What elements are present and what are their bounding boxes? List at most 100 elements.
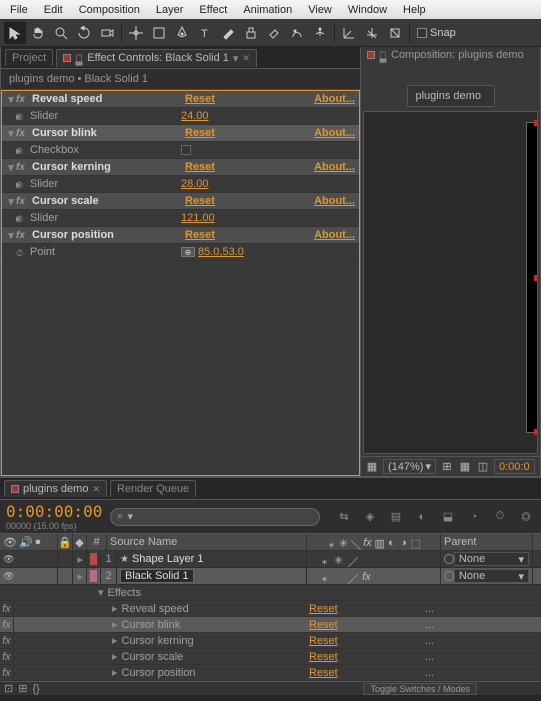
twirl-icon[interactable]: ▾ (6, 229, 16, 242)
timeline-search[interactable]: ⌕▾ (110, 508, 320, 526)
close-icon[interactable]: ✕ (92, 484, 100, 495)
comp-mini-flowchart-icon[interactable]: ⇆ (335, 508, 353, 526)
property-value[interactable]: 85.0,53.0 (198, 246, 244, 258)
menu-layer[interactable]: Layer (148, 2, 192, 18)
stopwatch-icon[interactable] (16, 213, 26, 223)
resize-handle-icon[interactable] (534, 120, 538, 126)
twirl-icon[interactable]: ▸ (77, 553, 83, 566)
about-link[interactable]: About... (314, 161, 355, 173)
effect-options-link[interactable]: ... (425, 619, 434, 631)
anchor-tool-icon[interactable] (125, 22, 147, 44)
motion-blur-icon[interactable]: ◐ (413, 508, 431, 526)
toggle-switches-icon[interactable]: ⊡ (4, 682, 13, 695)
rotate-tool-icon[interactable] (73, 22, 95, 44)
composition-tab[interactable]: Composition: plugins demo (391, 49, 524, 61)
menu-view[interactable]: View (300, 2, 340, 18)
twirl-icon[interactable]: ▸ (6, 110, 16, 123)
stopwatch-icon[interactable] (16, 145, 26, 155)
graph-editor-icon[interactable]: ◔ (465, 508, 483, 526)
twirl-icon[interactable]: ▾ (6, 195, 16, 208)
fx-icon[interactable]: fx (16, 196, 30, 207)
timeline-tab[interactable]: plugins demo ✕ (4, 480, 107, 497)
shy-icon[interactable]: ⏣ (517, 508, 535, 526)
grid-icon[interactable]: ▦ (458, 460, 472, 474)
snap-toggle[interactable]: Snap (417, 27, 456, 39)
twirl-icon[interactable]: ▸ (112, 666, 118, 679)
mask-toggle-icon[interactable]: ◫ (476, 460, 490, 474)
pen-tool-icon[interactable] (171, 22, 193, 44)
twirl-icon[interactable]: ▸ (6, 144, 16, 157)
resize-handle-icon[interactable] (534, 275, 538, 281)
effect-options-link[interactable]: ... (425, 667, 434, 679)
pickwhip-icon[interactable] (444, 571, 454, 581)
reset-link[interactable]: Reset (309, 635, 425, 647)
fx-icon[interactable]: fx (0, 601, 14, 616)
about-link[interactable]: About... (314, 229, 355, 241)
frame-blend-icon[interactable]: ▤ (387, 508, 405, 526)
view-axis-icon[interactable] (384, 22, 406, 44)
comp-time-display[interactable]: 0:00:0 (494, 459, 535, 474)
layer-name[interactable]: Black Solid 1 (120, 569, 194, 583)
effect-options-link[interactable]: ... (425, 635, 434, 647)
checkbox-input[interactable] (181, 145, 191, 155)
about-link[interactable]: About... (314, 93, 355, 105)
effect-header[interactable]: ▾ fx Cursor blink Reset About... (2, 125, 359, 142)
reset-link[interactable]: Reset (309, 651, 425, 663)
alpha-toggle-icon[interactable]: ▦ (365, 460, 379, 474)
solo-column-icon[interactable]: ● (35, 536, 42, 548)
comp-subtab[interactable]: plugins demo (407, 85, 495, 107)
layer-row[interactable]: ▸ 2 Black Solid 1 ⁎／fx None ▾ (0, 568, 541, 585)
current-time[interactable]: 0:00:00:00 (6, 502, 102, 521)
twirl-icon[interactable]: ▸ (77, 570, 83, 583)
layer-name[interactable]: Shape Layer 1 (132, 553, 204, 565)
text-tool-icon[interactable]: T (194, 22, 216, 44)
stopwatch-icon[interactable] (16, 111, 26, 121)
eye-column-icon[interactable]: 👁 (3, 536, 17, 549)
brainstorm-icon[interactable]: ⬓ (439, 508, 457, 526)
zoom-tool-icon[interactable] (50, 22, 72, 44)
toggle-switches-modes-button[interactable]: Toggle Switches / Modes (363, 683, 477, 695)
reset-link[interactable]: Reset (309, 619, 425, 631)
audio-column-icon[interactable]: 🔊 (19, 536, 33, 549)
layer-row[interactable]: ▸ 1 ★Shape Layer 1 ⁎✳／ None ▾ (0, 551, 541, 568)
camera-tool-icon[interactable] (96, 22, 118, 44)
menu-edit[interactable]: Edit (36, 2, 71, 18)
fx-icon[interactable]: fx (16, 94, 30, 105)
render-queue-tab[interactable]: Render Queue (110, 480, 196, 497)
twirl-icon[interactable]: ▾ (6, 93, 16, 106)
visibility-toggle-icon[interactable] (3, 553, 15, 565)
twirl-icon[interactable]: ▸ (6, 178, 16, 191)
fx-icon[interactable]: fx (16, 162, 30, 173)
reset-link[interactable]: Reset (185, 161, 255, 173)
mask-tool-icon[interactable] (148, 22, 170, 44)
eraser-tool-icon[interactable] (263, 22, 285, 44)
effect-header[interactable]: ▾ fx Cursor position Reset About... (2, 227, 359, 244)
brush-tool-icon[interactable] (217, 22, 239, 44)
world-axis-icon[interactable] (361, 22, 383, 44)
auto-keyframe-icon[interactable]: ⏱ (491, 508, 509, 526)
reset-link[interactable]: Reset (309, 603, 425, 615)
effect-property[interactable]: Point ⊕85.0,53.0 (2, 244, 359, 261)
twirl-icon[interactable]: ▾ (98, 586, 104, 599)
effect-header[interactable]: ▾ fx Reveal speed Reset About... (2, 91, 359, 108)
effect-header[interactable]: ▾ fx Cursor kerning Reset About... (2, 159, 359, 176)
fx-icon[interactable]: fx (16, 128, 30, 139)
reset-link[interactable]: Reset (185, 127, 255, 139)
roto-tool-icon[interactable] (286, 22, 308, 44)
menu-animation[interactable]: Animation (235, 2, 300, 18)
effect-property[interactable]: ▸ Slider 24.00 (2, 108, 359, 125)
property-value[interactable]: 121.00 (181, 212, 215, 224)
parent-dropdown[interactable]: None ▾ (454, 552, 529, 566)
effect-header[interactable]: ▾ fx Cursor scale Reset About... (2, 193, 359, 210)
resolution-icon[interactable]: ⊞ (440, 460, 454, 474)
effects-group[interactable]: ▾Effects (0, 585, 541, 601)
source-name-column[interactable]: Source Name (107, 534, 307, 550)
timeline-effect-row[interactable]: fx ▸Cursor scale Reset ... (0, 649, 541, 665)
menu-composition[interactable]: Composition (71, 2, 148, 18)
hand-tool-icon[interactable] (27, 22, 49, 44)
parent-dropdown[interactable]: None ▾ (454, 569, 529, 583)
timeline-effect-row[interactable]: fx ▸Cursor position Reset ... (0, 665, 541, 681)
about-link[interactable]: About... (314, 127, 355, 139)
fx-icon[interactable]: fx (16, 230, 30, 241)
lock-column-icon[interactable]: 🔒 (58, 536, 72, 549)
